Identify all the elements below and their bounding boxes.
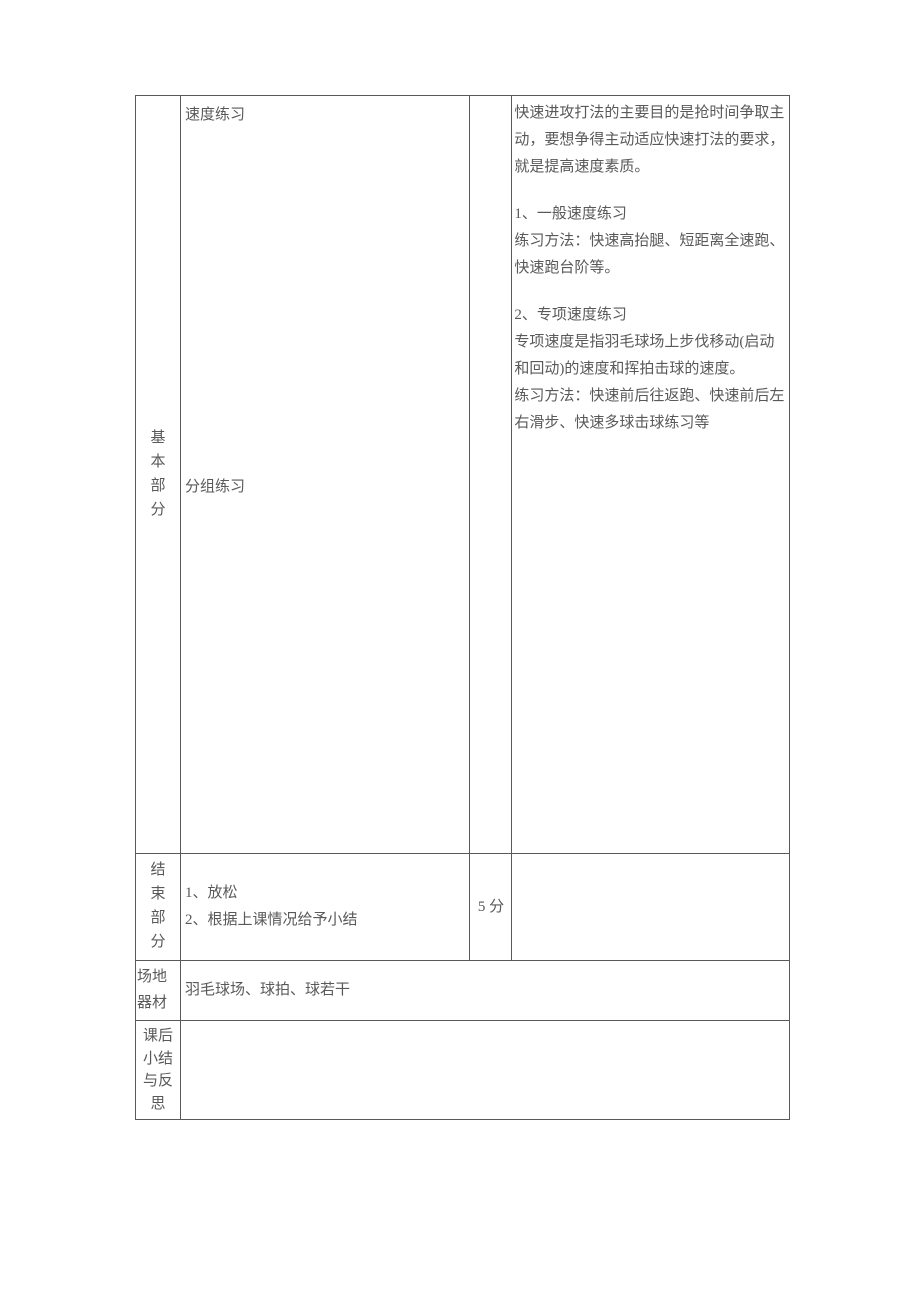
content-group-practice: 分组练习 xyxy=(185,474,468,501)
time-end: 5 分 xyxy=(470,854,512,961)
content-equip: 羽毛球场、球拍、球若干 xyxy=(180,961,789,1021)
end-line2: 2、根据上课情况给予小结 xyxy=(185,907,468,934)
lesson-plan-table: 基本部分 速度练习 分组练习 快速进攻打法的主要目的是抢时间争取主动，要想争得主… xyxy=(135,95,790,1120)
detail-basic: 快速进攻打法的主要目的是抢时间争取主动，要想争得主动适应快速打法的要求，就是提高… xyxy=(512,96,790,854)
label-equip: 场地器材 xyxy=(136,961,181,1021)
detail-end xyxy=(512,854,790,961)
content-speed-practice: 速度练习 xyxy=(185,100,468,129)
spacer xyxy=(185,129,468,474)
content-basic: 速度练习 分组练习 xyxy=(180,96,470,854)
label-equip-text: 场地器材 xyxy=(137,969,167,1011)
detail-1-body: 练习方法：快速高抬腿、短距离全速跑、快速跑台阶等。 xyxy=(514,228,787,282)
label-end: 结束部分 xyxy=(136,854,181,961)
label-end-text: 结束部分 xyxy=(150,858,165,954)
detail-2-body2: 练习方法：快速前后往返跑、快速前后左右滑步、快速多球击球练习等 xyxy=(514,383,787,437)
row-end-section: 结束部分 1、放松 2、根据上课情况给予小结 5 分 xyxy=(136,854,790,961)
row-equipment-section: 场地器材 羽毛球场、球拍、球若干 xyxy=(136,961,790,1021)
detail-block-1: 1、一般速度练习 练习方法：快速高抬腿、短距离全速跑、快速跑台阶等。 xyxy=(514,201,787,282)
label-review-text: 课后小结与反思 xyxy=(143,1028,173,1112)
detail-block-2: 2、专项速度练习 专项速度是指羽毛球场上步伐移动(启动和回动)的速度和挥拍击球的… xyxy=(514,302,787,437)
main-table: 基本部分 速度练习 分组练习 快速进攻打法的主要目的是抢时间争取主动，要想争得主… xyxy=(135,95,790,1120)
detail-2-body1: 专项速度是指羽毛球场上步伐移动(启动和回动)的速度和挥拍击球的速度。 xyxy=(514,329,787,383)
detail-1-title: 1、一般速度练习 xyxy=(514,201,787,228)
content-end: 1、放松 2、根据上课情况给予小结 xyxy=(180,854,470,961)
end-line1: 1、放松 xyxy=(185,880,468,907)
detail-2-title: 2、专项速度练习 xyxy=(514,302,787,329)
detail-intro: 快速进攻打法的主要目的是抢时间争取主动，要想争得主动适应快速打法的要求，就是提高… xyxy=(514,100,787,181)
label-review: 课后小结与反思 xyxy=(136,1021,181,1120)
row-review-section: 课后小结与反思 xyxy=(136,1021,790,1120)
label-basic-text: 基本部分 xyxy=(150,426,165,522)
label-basic: 基本部分 xyxy=(136,96,181,854)
time-basic xyxy=(470,96,512,854)
content-review xyxy=(180,1021,789,1120)
row-basic-section: 基本部分 速度练习 分组练习 快速进攻打法的主要目的是抢时间争取主动，要想争得主… xyxy=(136,96,790,854)
